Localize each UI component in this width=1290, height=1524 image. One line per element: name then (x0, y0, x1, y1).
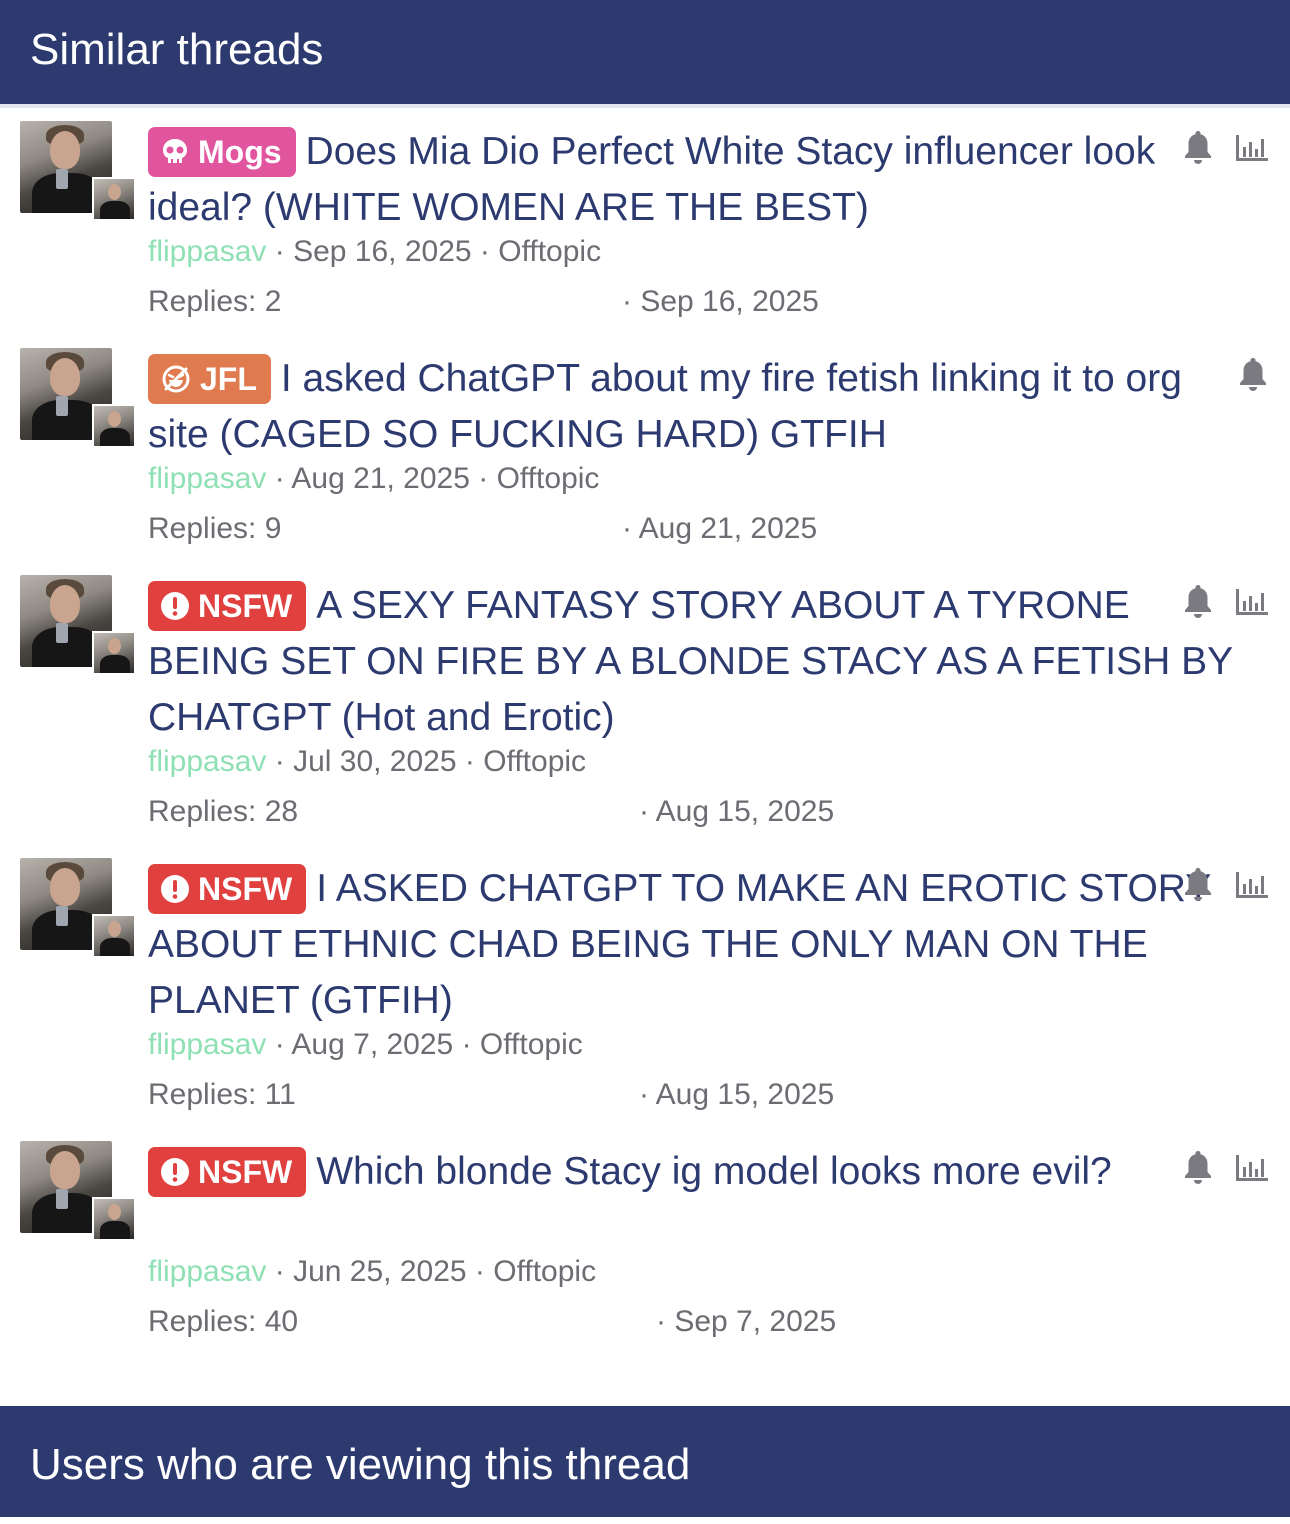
author-link[interactable]: flippasav (148, 462, 266, 495)
stats-icon[interactable] (1234, 133, 1270, 163)
stats-icon[interactable] (1234, 1153, 1270, 1183)
last-poster-avatar[interactable] (92, 1197, 136, 1241)
author-link[interactable]: flippasav (148, 1255, 266, 1288)
users-viewing-header: Users who are viewing this thread (0, 1406, 1290, 1517)
prefix-badge[interactable]: NSFW (148, 581, 307, 631)
laugh-icon (162, 365, 190, 393)
thread-date[interactable]: Aug 7, 2025 (291, 1028, 453, 1061)
stats-icon[interactable] (1234, 587, 1270, 617)
last-post-date[interactable]: · Sep 7, 2025 (656, 1305, 836, 1339)
last-poster-avatar[interactable] (92, 177, 136, 221)
thread-date[interactable]: Aug 21, 2025 (291, 462, 470, 495)
bell-icon[interactable] (1181, 129, 1215, 165)
last-poster-avatar[interactable] (92, 404, 136, 448)
thread-date[interactable]: Sep 16, 2025 (293, 235, 472, 268)
bell-icon[interactable] (1181, 583, 1215, 619)
author-link[interactable]: flippasav (148, 235, 266, 268)
exclamation-circle-icon (161, 1157, 189, 1186)
thread-title-link[interactable]: I ASKED CHATGPT TO MAKE AN EROTIC STORY … (148, 867, 1211, 1022)
section-title: Users who are viewing this thread (30, 1440, 691, 1489)
last-post-date[interactable]: · Aug 15, 2025 (639, 1078, 834, 1112)
thread-date[interactable]: Jul 30, 2025 (293, 745, 456, 778)
reply-count: Replies: 28 (148, 795, 299, 828)
badge-label: Mogs (198, 134, 282, 170)
badge-label: NSFW (198, 588, 293, 624)
reply-count: Replies: 11 (148, 1078, 296, 1111)
thread-meta: flippasav · Jul 30, 2025 · Offtopic (148, 745, 587, 778)
similar-threads-header: Similar threads (0, 0, 1290, 104)
bell-icon[interactable] (1181, 866, 1215, 902)
badge-label: NSFW (198, 1154, 293, 1190)
last-post-date[interactable]: · Aug 15, 2025 (639, 795, 834, 829)
reply-count: Replies: 9 (148, 512, 282, 545)
last-post-date[interactable]: · Sep 16, 2025 (622, 285, 819, 319)
exclamation-circle-icon (161, 591, 189, 620)
thread-meta: flippasav · Aug 21, 2025 · Offtopic (148, 462, 600, 495)
reply-count: Replies: 2 (148, 285, 282, 318)
exclamation-circle-icon (161, 874, 189, 903)
thread-meta: flippasav · Jun 25, 2025 · Offtopic (148, 1255, 597, 1288)
prefix-badge[interactable]: NSFW (148, 1147, 307, 1197)
badge-label: NSFW (198, 871, 293, 907)
bell-icon[interactable] (1181, 1149, 1215, 1185)
forum-link[interactable]: Offtopic (480, 1028, 583, 1061)
prefix-badge[interactable]: NSFW (148, 864, 307, 914)
forum-link[interactable]: Offtopic (483, 745, 586, 778)
badge-label: JFL (200, 361, 257, 397)
thread-meta: flippasav · Aug 7, 2025 · Offtopic (148, 1028, 583, 1061)
author-link[interactable]: flippasav (148, 1028, 266, 1061)
last-poster-avatar[interactable] (92, 631, 136, 675)
last-post-date[interactable]: · Aug 21, 2025 (622, 512, 817, 546)
thread-meta: flippasav · Sep 16, 2025 · Offtopic (148, 235, 602, 268)
forum-link[interactable]: Offtopic (498, 235, 601, 268)
reply-count: Replies: 40 (148, 1305, 299, 1338)
section-title: Similar threads (30, 25, 324, 74)
skull-icon (163, 138, 187, 163)
last-poster-avatar[interactable] (92, 914, 136, 958)
thread-title-link[interactable]: Which blonde Stacy ig model looks more e… (316, 1150, 1112, 1193)
thread-title-link[interactable]: I asked ChatGPT about my fire fetish lin… (148, 357, 1182, 456)
prefix-badge[interactable]: Mogs (148, 127, 296, 177)
prefix-badge[interactable]: JFL (148, 354, 271, 404)
forum-link[interactable]: Offtopic (497, 462, 600, 495)
thread-date[interactable]: Jun 25, 2025 (293, 1255, 466, 1288)
thread-title-link[interactable]: A SEXY FANTASY STORY ABOUT A TYRONE BEIN… (148, 584, 1232, 739)
forum-link[interactable]: Offtopic (493, 1255, 596, 1288)
stats-icon[interactable] (1234, 870, 1270, 900)
header-divider (0, 104, 1290, 108)
thread-title-link[interactable]: Does Mia Dio Perfect White Stacy influen… (148, 130, 1155, 229)
bell-icon[interactable] (1236, 356, 1270, 392)
author-link[interactable]: flippasav (148, 745, 266, 778)
